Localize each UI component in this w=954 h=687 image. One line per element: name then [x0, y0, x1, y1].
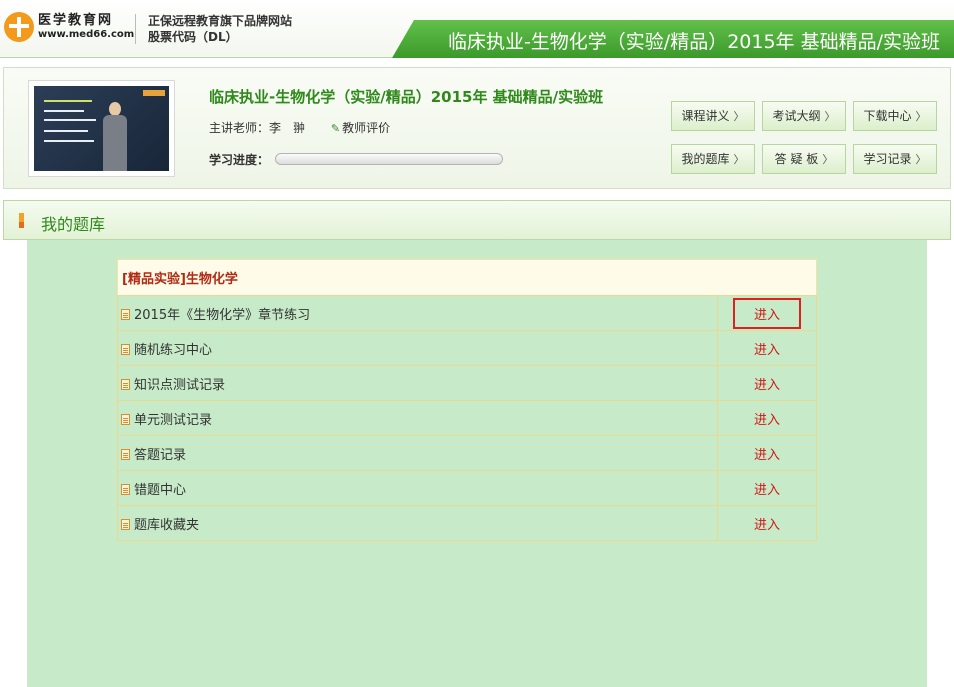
course-info-panel: 临床执业-生物化学（实验/精品）2015年 基础精品/实验班 主讲老师：李 翀 … — [3, 67, 951, 189]
document-icon — [121, 413, 130, 425]
bank-item-action-cell: 进入 — [717, 470, 817, 506]
progress-row: 学习进度： — [209, 151, 503, 168]
section-header: 我的题库 — [3, 200, 951, 240]
lecture-notes-button[interactable]: 课程讲义〉 — [671, 101, 755, 131]
teacher-evaluate-link[interactable]: ✎ 教师评价 — [331, 121, 390, 135]
table-row: 单元测试记录 进入 — [117, 400, 817, 436]
table-row: 错题中心 进入 — [117, 470, 817, 506]
bank-item-action-cell: 进入 — [717, 400, 817, 436]
course-thumbnail[interactable] — [28, 80, 175, 177]
question-bank-table: [精品实验]生物化学 2015年《生物化学》章节练习 进入 随机练习中心 进入 知识点测… — [117, 259, 817, 541]
bank-item-name-cell: 知识点测试记录 — [117, 365, 718, 401]
video-logo-mark — [143, 90, 165, 96]
bank-item-name: 2015年《生物化学》章节练习 — [134, 307, 311, 323]
study-record-button[interactable]: 学习记录〉 — [853, 144, 937, 174]
my-question-bank-label: 我的题库 — [681, 152, 730, 166]
logo-icon[interactable] — [4, 12, 34, 42]
enter-link[interactable]: 进入 — [738, 368, 796, 399]
qa-board-button[interactable]: 答 疑 板〉 — [762, 144, 846, 174]
download-center-button[interactable]: 下载中心〉 — [853, 101, 937, 131]
document-icon — [121, 343, 130, 355]
bank-item-name-cell: 随机练习中心 — [117, 330, 718, 366]
header-title-band: 临床执业-生物化学（实验/精品）2015年 基础精品/实验班 — [392, 20, 954, 58]
header-page-title: 临床执业-生物化学（实验/精品）2015年 基础精品/实验班 — [447, 31, 940, 53]
bank-item-name-cell: 答题记录 — [117, 435, 718, 471]
teacher-name: 主讲老师：李 翀 — [209, 121, 306, 135]
pencil-icon: ✎ — [330, 122, 341, 135]
bank-item-name-cell: 错题中心 — [117, 470, 718, 506]
site-header: 医学教育网 www.med66.com 正保远程教育旗下品牌网站 股票代码（DL… — [0, 0, 954, 58]
bank-item-name: 单元测试记录 — [134, 412, 213, 428]
document-icon — [121, 308, 130, 320]
bank-item-name: 答题记录 — [134, 447, 187, 463]
bank-item-name: 题库收藏夹 — [134, 517, 200, 533]
teacher-evaluate-label: 教师评价 — [342, 121, 391, 135]
section-marker-icon — [19, 213, 24, 228]
enter-link[interactable]: 进入 — [732, 297, 801, 329]
exam-syllabus-button[interactable]: 考试大纲〉 — [762, 101, 846, 131]
table-row: 2015年《生物化学》章节练习 进入 — [117, 295, 817, 331]
bank-item-action-cell: 进入 — [717, 295, 817, 331]
document-icon — [121, 483, 130, 495]
logo-text[interactable]: 医学教育网 www.med66.com — [38, 13, 135, 41]
chevron-right-icon: 〉 — [733, 153, 745, 166]
bank-category-title: [精品实验]生物化学 — [122, 272, 238, 287]
table-row: 答题记录 进入 — [117, 435, 817, 471]
chevron-right-icon: 〉 — [824, 110, 836, 123]
lecture-notes-label: 课程讲义 — [681, 109, 730, 123]
bank-item-name-cell: 单元测试记录 — [117, 400, 718, 436]
progress-label: 学习进度： — [209, 153, 270, 167]
enter-link[interactable]: 进入 — [738, 403, 796, 434]
video-preview — [34, 86, 169, 171]
bank-item-action-cell: 进入 — [717, 505, 817, 541]
enter-link[interactable]: 进入 — [738, 473, 796, 504]
table-row: 题库收藏夹 进入 — [117, 505, 817, 541]
bank-item-name-cell: 题库收藏夹 — [117, 505, 718, 541]
question-bank-content: [精品实验]生物化学 2015年《生物化学》章节练习 进入 随机练习中心 进入 知识点测… — [27, 240, 927, 687]
study-record-label: 学习记录 — [863, 152, 912, 166]
document-icon — [121, 448, 130, 460]
bank-item-action-cell: 进入 — [717, 365, 817, 401]
table-row: 知识点测试记录 进入 — [117, 365, 817, 401]
header-divider — [135, 14, 136, 44]
section-title: 我的题库 — [41, 215, 106, 234]
document-icon — [121, 518, 130, 530]
download-center-label: 下载中心 — [863, 109, 912, 123]
my-question-bank-button[interactable]: 我的题库〉 — [671, 144, 755, 174]
bank-item-name: 随机练习中心 — [134, 342, 213, 358]
document-icon — [121, 378, 130, 390]
bank-item-action-cell: 进入 — [717, 435, 817, 471]
chevron-right-icon: 〉 — [822, 153, 834, 166]
bank-item-action-cell: 进入 — [717, 330, 817, 366]
bank-item-name: 错题中心 — [134, 482, 187, 498]
chevron-right-icon: 〉 — [915, 110, 927, 123]
teacher-row: 主讲老师：李 翀 ✎ 教师评价 — [209, 119, 390, 136]
chevron-right-icon: 〉 — [915, 153, 927, 166]
chevron-right-icon: 〉 — [733, 110, 745, 123]
logo-name: 医学教育网 — [38, 13, 114, 28]
enter-link[interactable]: 进入 — [738, 438, 796, 469]
enter-link[interactable]: 进入 — [738, 333, 796, 364]
enter-link[interactable]: 进入 — [738, 508, 796, 539]
slogan-line-2: 股票代码（DL） — [148, 30, 238, 44]
slogan-line-1: 正保远程教育旗下品牌网站 — [148, 14, 293, 28]
lecturer-figure — [102, 102, 128, 171]
table-header-row: [精品实验]生物化学 — [117, 259, 817, 296]
bank-item-name-cell: 2015年《生物化学》章节练习 — [117, 295, 718, 331]
logo-url: www.med66.com — [38, 29, 135, 40]
progress-bar — [275, 153, 503, 165]
slogan: 正保远程教育旗下品牌网站 股票代码（DL） — [148, 13, 292, 45]
qa-board-label: 答 疑 板 — [774, 152, 819, 166]
exam-syllabus-label: 考试大纲 — [772, 109, 821, 123]
course-title: 临床执业-生物化学（实验/精品）2015年 基础精品/实验班 — [209, 88, 604, 106]
table-row: 随机练习中心 进入 — [117, 330, 817, 366]
bank-item-name: 知识点测试记录 — [134, 377, 226, 393]
